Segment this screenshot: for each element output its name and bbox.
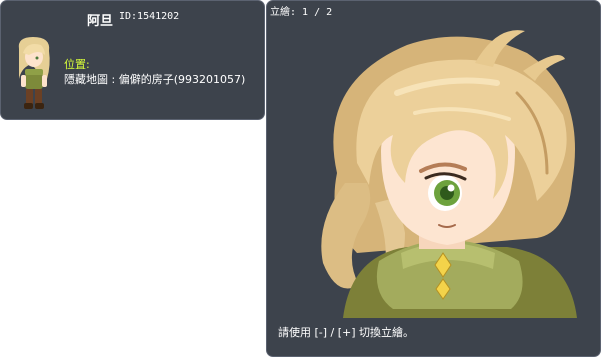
location-value: 隱藏地圖 : 偏僻的房子(993201057)	[64, 73, 246, 86]
portrait-panel: 立繪: 1 / 2 請使用 [-] / [+] 切換立繪。	[266, 0, 601, 357]
portrait-counter: 立繪: 1 / 2	[270, 7, 333, 18]
location-label: 位置:	[64, 58, 90, 71]
npc-sprite	[18, 37, 50, 109]
npc-info-panel: 阿旦 ID:1541202 位置: 隱藏地圖 : 偏僻的房子(993201057…	[0, 0, 265, 120]
portrait-switch-hint: 請使用 [-] / [+] 切換立繪。	[278, 326, 415, 339]
npc-name: 阿旦	[87, 14, 114, 29]
npc-id: ID:1541202	[119, 11, 180, 22]
npc-portrait	[321, 30, 577, 318]
